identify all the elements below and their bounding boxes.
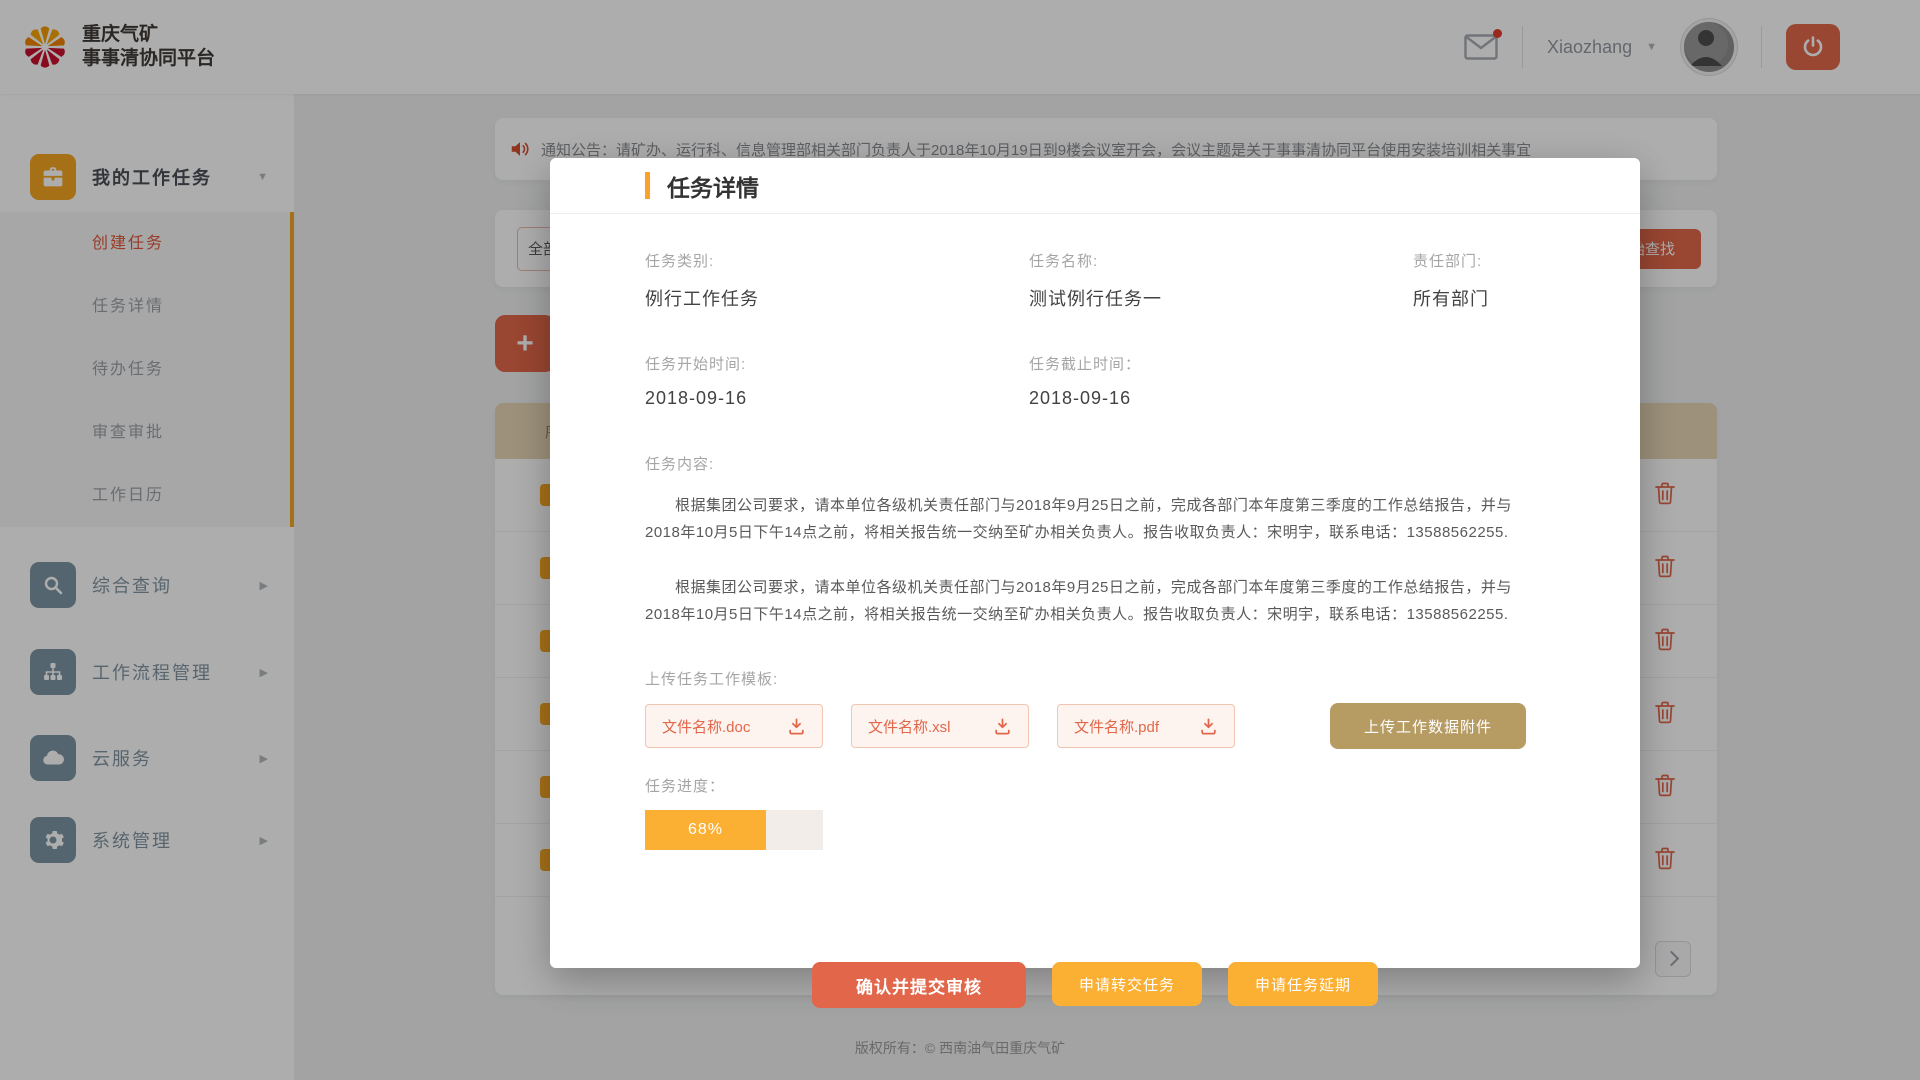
field-value: 所有部门: [1413, 285, 1545, 311]
download-icon: [1199, 717, 1218, 736]
task-progress-label: 任务进度：: [645, 775, 1545, 796]
field-label: 任务名称:: [1029, 250, 1413, 271]
template-file-doc[interactable]: 文件名称.doc: [645, 704, 823, 748]
progress-bar: 68%: [645, 810, 823, 850]
title-accent-bar: [645, 172, 650, 199]
progress-fill: 68%: [645, 810, 766, 850]
template-file-xsl[interactable]: 文件名称.xsl: [851, 704, 1029, 748]
field-label: 责任部门:: [1413, 250, 1545, 271]
file-name: 文件名称.doc: [662, 716, 750, 737]
download-icon: [787, 717, 806, 736]
field-task-name: 任务名称: 测试例行任务一: [1029, 250, 1413, 311]
field-label: 任务开始时间:: [645, 353, 1029, 374]
task-content-paragraph: 根据集团公司要求，请本单位各级机关责任部门与2018年9月25日之前，完成各部门…: [645, 492, 1545, 546]
template-file-pdf[interactable]: 文件名称.pdf: [1057, 704, 1235, 748]
file-name: 文件名称.pdf: [1074, 716, 1159, 737]
field-responsible-dept: 责任部门: 所有部门: [1413, 250, 1545, 311]
field-value: 测试例行任务一: [1029, 285, 1413, 311]
task-detail-modal: 任务详情 任务类别: 例行工作任务 任务名称: 测试例行任务一 责任部门: 所有…: [550, 158, 1640, 968]
download-icon: [993, 717, 1012, 736]
field-label: 任务截止时间：: [1029, 353, 1413, 374]
field-deadline: 任务截止时间： 2018-09-16: [1029, 353, 1413, 409]
file-name: 文件名称.xsl: [868, 716, 951, 737]
field-value: 2018-09-16: [1029, 388, 1413, 409]
upload-template-label: 上传任务工作模板:: [645, 668, 1545, 689]
task-content-label: 任务内容:: [645, 453, 1545, 474]
delay-task-button[interactable]: 申请任务延期: [1228, 962, 1378, 1006]
field-start-time: 任务开始时间: 2018-09-16: [645, 353, 1029, 409]
field-value: 2018-09-16: [645, 388, 1029, 409]
modal-title-row: 任务详情: [550, 158, 1640, 214]
field-value: 例行工作任务: [645, 285, 1029, 311]
task-content-paragraph: 根据集团公司要求，请本单位各级机关责任部门与2018年9月25日之前，完成各部门…: [645, 574, 1545, 628]
field-task-category: 任务类别: 例行工作任务: [645, 250, 1029, 311]
field-label: 任务类别:: [645, 250, 1029, 271]
modal-title: 任务详情: [667, 169, 759, 203]
upload-attachment-button[interactable]: 上传工作数据附件: [1330, 703, 1526, 749]
confirm-submit-button[interactable]: 确认并提交审核: [812, 962, 1026, 1008]
transfer-task-button[interactable]: 申请转交任务: [1052, 962, 1202, 1006]
